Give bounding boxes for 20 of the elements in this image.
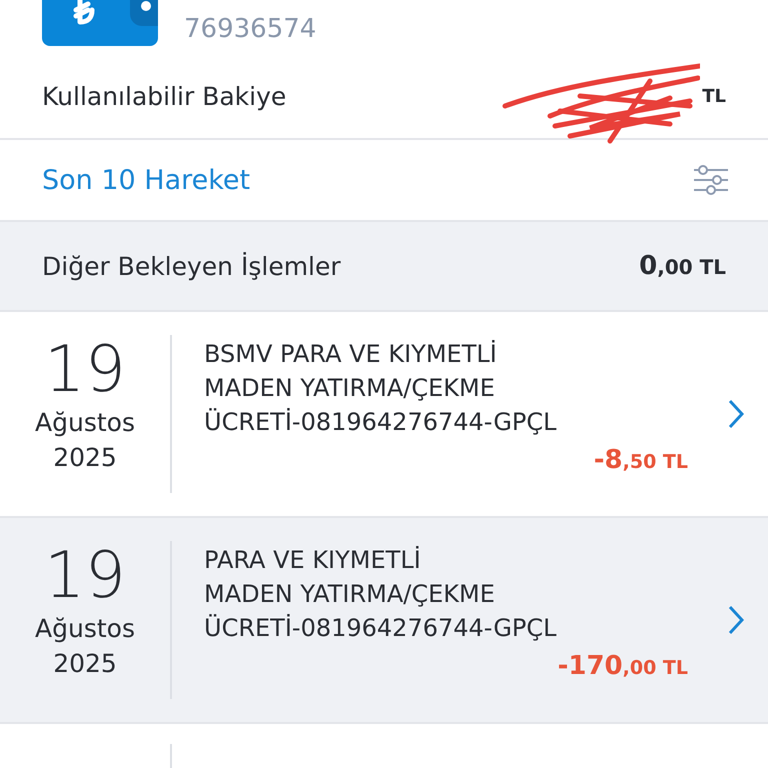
pending-label: Diğer Bekleyen İşlemler bbox=[42, 252, 341, 280]
transaction-month: Ağustos bbox=[35, 407, 135, 440]
transaction-amount: -170,00 TL bbox=[558, 651, 688, 681]
balance-label: Kullanılabilir Bakiye bbox=[42, 82, 286, 110]
section-title: Son 10 Hareket bbox=[42, 164, 250, 196]
account-number: 76936574 bbox=[184, 16, 316, 42]
transaction-amount: -8,50 TL bbox=[594, 445, 688, 475]
transaction-row[interactable]: 19 Ağustos 2025 PARA VE KIYMETLİ MADEN YATIRMA/ÇEKME ÜCRETİ-081964276744-GPÇL -170,00 TL bbox=[0, 518, 768, 724]
transaction-year: 2025 bbox=[53, 648, 117, 680]
transaction-day: 19 bbox=[44, 541, 126, 612]
transaction-description: BSMV PARA VE KIYMETLİ MADEN YATIRMA/ÇEKME ÜCRETİ-081964276744-GPÇL bbox=[204, 339, 558, 438]
chevron-right-icon bbox=[728, 399, 744, 429]
transaction-description: PARA VE KIYMETLİ MADEN YATIRMA/ÇEKME ÜCRETİ-081964276744-GPÇL bbox=[204, 545, 558, 644]
filter-icon[interactable] bbox=[694, 165, 728, 195]
transaction-day: 19 bbox=[44, 335, 126, 406]
transaction-month: Ağustos bbox=[35, 613, 135, 646]
transaction-year: 2025 bbox=[53, 442, 117, 474]
balance-currency: TL bbox=[702, 86, 726, 106]
pending-amount: 0,00 TL bbox=[639, 251, 726, 281]
chevron-right-icon bbox=[728, 605, 744, 635]
